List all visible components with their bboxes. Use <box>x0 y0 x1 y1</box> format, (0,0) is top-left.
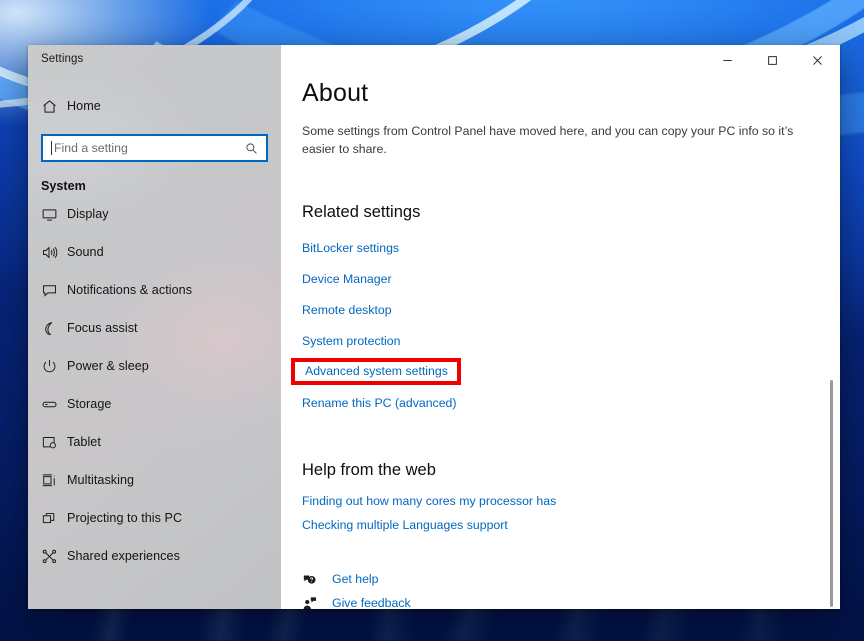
notification-icon <box>41 282 67 299</box>
link-bitlocker-settings[interactable]: BitLocker settings <box>302 241 399 255</box>
related-link-row: BitLocker settings <box>302 232 830 263</box>
sidebar-item-multitasking[interactable]: Multitasking <box>28 461 281 499</box>
tablet-icon <box>41 434 67 451</box>
sidebar-item-label: Shared experiences <box>67 549 180 563</box>
sidebar-item-tablet[interactable]: Tablet <box>28 423 281 461</box>
speaker-icon <box>41 244 67 261</box>
link-finding-cores[interactable]: Finding out how many cores my processor … <box>302 494 556 508</box>
content-scrollbar[interactable] <box>826 76 838 609</box>
text-caret <box>51 141 52 155</box>
maximize-button[interactable] <box>750 45 795 76</box>
close-button[interactable] <box>795 45 840 76</box>
content-pane: About Some settings from Control Panel h… <box>281 45 840 609</box>
related-settings-heading: Related settings <box>302 203 421 222</box>
sidebar: Settings Home Find a setting System Disp… <box>28 45 281 609</box>
sidebar-item-label: Power & sleep <box>67 359 149 373</box>
desktop: Settings Home Find a setting System Disp… <box>0 0 864 641</box>
sidebar-item-notifications[interactable]: Notifications & actions <box>28 271 281 309</box>
support-links: Get help Give feedback <box>302 567 830 609</box>
link-remote-desktop[interactable]: Remote desktop <box>302 303 392 317</box>
window-titlebar <box>705 45 840 76</box>
moon-icon <box>41 320 67 337</box>
scrollbar-thumb[interactable] <box>830 380 833 607</box>
sidebar-item-label: Sound <box>67 245 104 259</box>
shared-experiences-icon <box>41 548 67 565</box>
link-give-feedback[interactable]: Give feedback <box>332 596 411 609</box>
page-description: Some settings from Control Panel have mo… <box>302 124 794 157</box>
help-link-row: Checking multiple Languages support <box>302 513 830 537</box>
sidebar-item-focus-assist[interactable]: Focus assist <box>28 309 281 347</box>
sidebar-item-label: Projecting to this PC <box>67 511 183 525</box>
link-system-protection[interactable]: System protection <box>302 334 400 348</box>
sidebar-item-home[interactable]: Home <box>28 89 281 123</box>
link-checking-languages[interactable]: Checking multiple Languages support <box>302 518 508 532</box>
related-settings-list: BitLocker settings Device Manager Remote… <box>291 232 830 418</box>
link-device-manager[interactable]: Device Manager <box>302 272 392 286</box>
give-feedback-icon <box>302 596 332 609</box>
search-input[interactable] <box>54 141 243 155</box>
help-link-row: Finding out how many cores my processor … <box>302 489 830 513</box>
sidebar-item-label: Multitasking <box>67 473 135 487</box>
sidebar-item-shared-experiences[interactable]: Shared experiences <box>28 537 281 575</box>
sidebar-section-label: System <box>41 179 86 193</box>
highlight-annotation-box: Advanced system settings <box>291 358 461 386</box>
projecting-icon <box>41 510 67 527</box>
sidebar-item-display[interactable]: Display <box>28 195 281 233</box>
home-icon <box>41 98 67 115</box>
sidebar-scroll-area[interactable]: Home System <box>28 85 281 609</box>
related-link-row: Remote desktop <box>302 294 830 325</box>
link-get-help[interactable]: Get help <box>332 572 379 586</box>
settings-window: Settings Home Find a setting System Disp… <box>28 45 840 609</box>
sidebar-item-power-sleep[interactable]: Power & sleep <box>28 347 281 385</box>
sidebar-item-label: Notifications & actions <box>67 283 193 297</box>
sidebar-item-label: Focus assist <box>67 321 138 335</box>
minimize-button[interactable] <box>705 45 750 76</box>
sidebar-item-sound[interactable]: Sound <box>28 233 281 271</box>
storage-icon <box>41 396 67 413</box>
sidebar-item-projecting[interactable]: Projecting to this PC <box>28 499 281 537</box>
link-advanced-system-settings[interactable]: Advanced system settings <box>305 364 448 378</box>
about-page: About Some settings from Control Panel h… <box>291 79 830 609</box>
sidebar-item-label: Tablet <box>67 435 101 449</box>
help-from-web-heading: Help from the web <box>302 461 436 480</box>
power-icon <box>41 358 67 375</box>
sidebar-item-label: Storage <box>67 397 112 411</box>
related-link-row: System protection <box>302 325 830 356</box>
get-help-icon <box>302 572 332 587</box>
link-rename-this-pc[interactable]: Rename this PC (advanced) <box>302 396 456 410</box>
related-link-row: Rename this PC (advanced) <box>302 387 830 418</box>
get-help-row[interactable]: Get help <box>302 567 830 591</box>
search-icon[interactable] <box>243 140 260 157</box>
monitor-icon <box>41 206 67 223</box>
sidebar-item-label: Display <box>67 207 109 221</box>
help-links-list: Finding out how many cores my processor … <box>302 489 830 537</box>
search-box[interactable] <box>41 134 268 162</box>
multitasking-icon <box>41 472 67 489</box>
sidebar-item-label: Home <box>67 99 101 113</box>
related-link-row: Device Manager <box>302 263 830 294</box>
give-feedback-row[interactable]: Give feedback <box>302 591 830 609</box>
page-title: About <box>302 79 369 107</box>
window-title: Settings <box>41 53 84 65</box>
related-link-row-highlighted: Advanced system settings <box>291 356 830 387</box>
sidebar-item-storage[interactable]: Storage <box>28 385 281 423</box>
